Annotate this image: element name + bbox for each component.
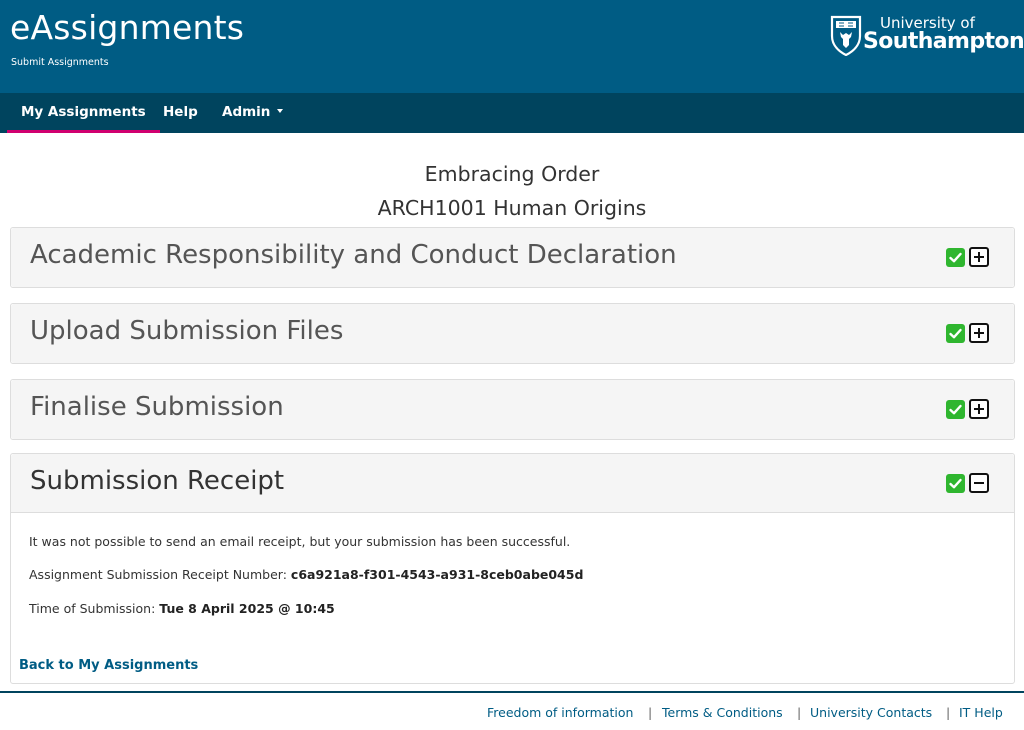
nav-help-label: Help <box>163 104 198 120</box>
check-icon <box>946 248 965 267</box>
assignment-module: ARCH1001 Human Origins <box>377 196 647 220</box>
footer-separator: | <box>648 705 653 720</box>
header-banner: eAssignments Submit Assignments Universi… <box>0 0 1024 93</box>
receipt-number-line: Assignment Submission Receipt Number: c6… <box>29 567 583 582</box>
panel-submission-receipt-heading[interactable]: Submission Receipt <box>11 454 1014 513</box>
crest-icon <box>830 15 862 56</box>
check-icon <box>946 474 965 493</box>
back-to-assignments-link[interactable]: Back to My Assignments <box>19 658 198 673</box>
app-title[interactable]: eAssignments <box>10 8 244 47</box>
panel-declaration-heading[interactable]: Academic Responsibility and Conduct Decl… <box>11 228 1014 287</box>
nav-admin-dropdown[interactable]: Admin <box>222 93 284 133</box>
footer-separator: | <box>946 705 951 720</box>
nav-admin-label: Admin <box>222 104 271 120</box>
check-icon <box>946 400 965 419</box>
panel-upload-files-heading[interactable]: Upload Submission Files <box>11 304 1014 363</box>
submission-time-line: Time of Submission: Tue 8 April 2025 @ 1… <box>29 601 335 616</box>
panel-upload-files-title: Upload Submission Files <box>30 316 344 346</box>
footer-link-terms-conditions[interactable]: Terms & Conditions <box>662 705 783 720</box>
university-logo[interactable]: University of Southampton <box>830 14 1024 58</box>
nav-my-assignments[interactable]: My Assignments <box>7 93 160 133</box>
panel-declaration: Academic Responsibility and Conduct Decl… <box>10 227 1015 288</box>
footer-separator: | <box>797 705 802 720</box>
plus-icon[interactable] <box>969 399 989 419</box>
panel-upload-files: Upload Submission Files <box>10 303 1015 364</box>
footer-link-freedom-of-information[interactable]: Freedom of information <box>487 705 633 720</box>
footer-divider <box>0 691 1024 693</box>
app-subtitle: Submit Assignments <box>11 57 109 68</box>
nav-help[interactable]: Help <box>163 93 198 133</box>
panel-finalise-heading[interactable]: Finalise Submission <box>11 380 1014 439</box>
plus-icon[interactable] <box>969 323 989 343</box>
panel-finalise-title: Finalise Submission <box>30 392 284 422</box>
main-navbar: My Assignments Help Admin <box>0 93 1024 133</box>
submission-time-value: Tue 8 April 2025 @ 10:45 <box>159 601 335 616</box>
minus-icon[interactable] <box>969 473 989 493</box>
nav-my-assignments-label: My Assignments <box>21 104 146 120</box>
receipt-number-label: Assignment Submission Receipt Number: <box>29 567 287 582</box>
footer-link-university-contacts[interactable]: University Contacts <box>810 705 932 720</box>
chevron-down-icon <box>277 109 284 113</box>
panel-finalise: Finalise Submission <box>10 379 1015 440</box>
panel-declaration-title: Academic Responsibility and Conduct Decl… <box>30 240 677 270</box>
email-receipt-message: It was not possible to send an email rec… <box>29 534 571 549</box>
footer-link-it-help[interactable]: IT Help <box>959 705 1003 720</box>
panel-submission-receipt-title: Submission Receipt <box>30 466 285 496</box>
check-icon <box>946 324 965 343</box>
plus-icon[interactable] <box>969 247 989 267</box>
receipt-number-value: c6a921a8-f301-4543-a931-8ceb0abe045d <box>290 567 584 582</box>
panel-submission-receipt: Submission Receipt It was not possible t… <box>10 453 1015 684</box>
assignment-name: Embracing Order <box>424 162 600 186</box>
receipt-body: It was not possible to send an email rec… <box>11 513 1014 683</box>
logo-text-line2: Southampton <box>863 29 1024 54</box>
submission-time-label: Time of Submission: <box>29 601 156 616</box>
